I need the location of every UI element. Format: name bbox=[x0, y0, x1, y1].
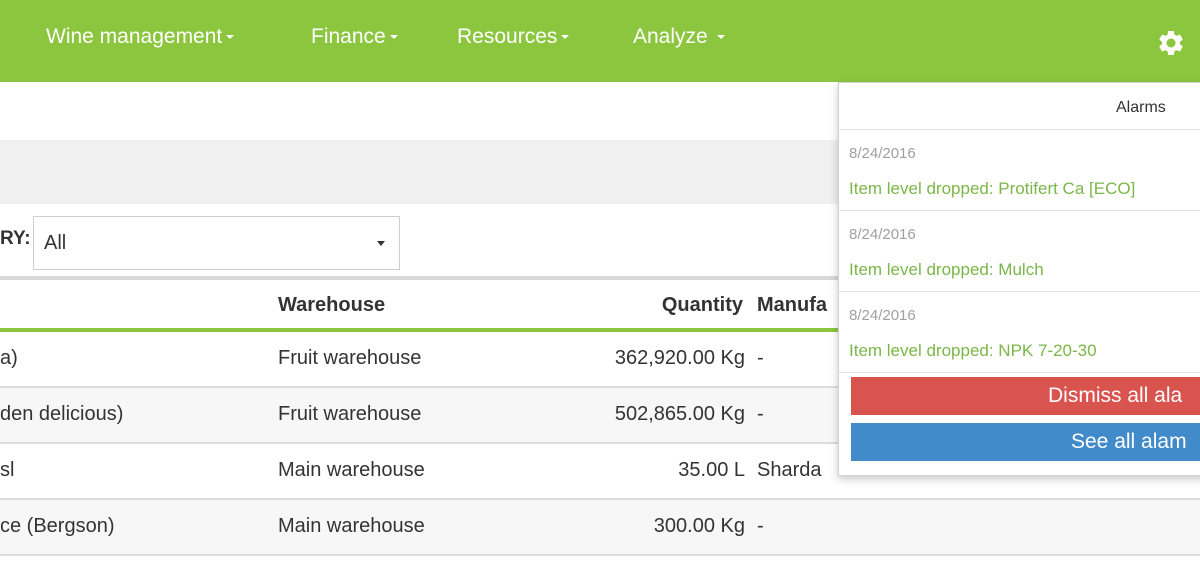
gear-icon[interactable] bbox=[1156, 28, 1186, 58]
caret-down-icon bbox=[389, 35, 398, 40]
alarm-message[interactable]: Item level dropped: NPK 7-20-30 bbox=[849, 341, 1097, 361]
cell-warehouse: Fruit warehouse bbox=[278, 403, 422, 425]
cell-warehouse: Main warehouse bbox=[278, 515, 425, 537]
table-row[interactable]: ce (Bergson) Main warehouse 300.00 Kg - bbox=[0, 500, 1200, 556]
alarms-dropdown: Alarms 8/24/2016 Item level dropped: Pro… bbox=[838, 82, 1200, 476]
dismiss-all-alarms-label: Dismiss all ala bbox=[1048, 384, 1183, 407]
cell-quantity: 502,865.00 Kg bbox=[614, 403, 745, 425]
cell-manufacturer: Sharda bbox=[757, 459, 822, 481]
caret-down-icon bbox=[716, 35, 725, 40]
cell-manufacturer: - bbox=[757, 347, 764, 369]
cell-quantity: 300.00 Kg bbox=[653, 515, 745, 537]
cell-manufacturer: - bbox=[757, 403, 764, 425]
see-all-alarms-label: See all alam bbox=[1071, 430, 1187, 453]
nav-finance[interactable]: Finance bbox=[311, 22, 398, 52]
alarm-item[interactable]: 8/24/2016 Item level dropped: NPK 7-20-3… bbox=[839, 292, 1200, 373]
category-filter-label: RY: bbox=[0, 228, 31, 249]
category-select[interactable]: All bbox=[33, 216, 400, 270]
alarms-header: Alarms bbox=[839, 83, 1200, 130]
top-navbar: Wine management Finance Resources Analyz… bbox=[0, 0, 1200, 82]
nav-resources[interactable]: Resources bbox=[457, 22, 570, 52]
cell-quantity: 362,920.00 Kg bbox=[614, 347, 745, 369]
cell-warehouse: Main warehouse bbox=[278, 459, 425, 481]
see-all-alarms-button[interactable]: See all alam bbox=[851, 423, 1200, 461]
alarm-date: 8/24/2016 bbox=[849, 307, 916, 324]
caret-down-icon bbox=[377, 241, 385, 246]
cell-item-name: sl bbox=[0, 459, 15, 481]
alarm-item[interactable]: 8/24/2016 Item level dropped: Protifert … bbox=[839, 130, 1200, 211]
cell-warehouse: Fruit warehouse bbox=[278, 347, 422, 369]
nav-wine-management[interactable]: Wine management bbox=[46, 22, 235, 52]
caret-down-icon bbox=[226, 35, 235, 40]
nav-analyze-label: Analyze bbox=[633, 25, 708, 48]
nav-analyze[interactable]: Analyze bbox=[633, 22, 725, 52]
alarms-title: Alarms bbox=[1116, 99, 1166, 116]
nav-finance-label: Finance bbox=[311, 25, 386, 48]
cell-item-name: a) bbox=[0, 347, 18, 369]
alarm-date: 8/24/2016 bbox=[849, 145, 916, 162]
alarm-date: 8/24/2016 bbox=[849, 226, 916, 243]
cell-item-name: ce (Bergson) bbox=[0, 515, 115, 537]
cell-quantity: 35.00 L bbox=[678, 459, 745, 481]
nav-wine-management-label: Wine management bbox=[46, 25, 223, 48]
category-select-value: All bbox=[44, 232, 67, 254]
nav-resources-label: Resources bbox=[457, 25, 558, 48]
alarm-message[interactable]: Item level dropped: Mulch bbox=[849, 260, 1044, 280]
cell-item-name: den delicious) bbox=[0, 403, 124, 425]
column-header-quantity[interactable]: Quantity bbox=[662, 294, 743, 317]
dismiss-all-alarms-button[interactable]: Dismiss all ala bbox=[851, 377, 1200, 415]
alarm-item[interactable]: 8/24/2016 Item level dropped: Mulch bbox=[839, 211, 1200, 292]
cell-manufacturer: - bbox=[757, 515, 764, 537]
column-header-warehouse[interactable]: Warehouse bbox=[278, 294, 385, 317]
caret-down-icon bbox=[561, 35, 570, 40]
alarm-message[interactable]: Item level dropped: Protifert Ca [ECO] bbox=[849, 179, 1135, 199]
column-header-manufacturer[interactable]: Manufa bbox=[757, 294, 827, 317]
